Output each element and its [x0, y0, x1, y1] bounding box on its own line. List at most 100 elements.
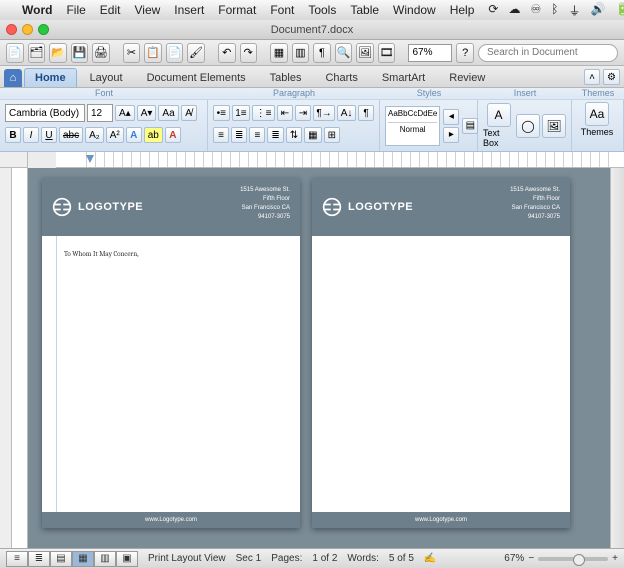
borders-button[interactable]: ⊞	[324, 127, 340, 143]
sort-button[interactable]: A↓	[337, 105, 356, 121]
shrink-font-button[interactable]: A▾	[137, 105, 157, 121]
redo-button[interactable]: ↷	[240, 43, 258, 63]
align-right-button[interactable]: ≡	[249, 127, 265, 143]
font-name-combo[interactable]	[5, 104, 85, 122]
menu-help[interactable]: Help	[450, 3, 475, 17]
app-menu[interactable]: Word	[22, 3, 52, 17]
ribbon-collapse-button[interactable]: ˄	[584, 69, 600, 85]
tab-smartart[interactable]: SmartArt	[371, 68, 436, 87]
shape-button[interactable]: ◯	[516, 114, 540, 138]
decrease-indent-button[interactable]: ⇤	[277, 105, 293, 121]
columns-button[interactable]: ▥	[292, 43, 310, 63]
grow-font-button[interactable]: A▴	[115, 105, 135, 121]
document-text[interactable]: To Whom It May Concern,	[64, 250, 282, 258]
font-color-button[interactable]: A	[165, 127, 181, 143]
menu-view[interactable]: View	[134, 3, 160, 17]
spellcheck-icon[interactable]: ✍	[424, 553, 436, 564]
menu-tools[interactable]: Tools	[308, 3, 336, 17]
window-close-button[interactable]	[6, 24, 17, 35]
menu-format[interactable]: Format	[218, 3, 256, 17]
ribbon-home-icon[interactable]: ⌂	[4, 69, 22, 87]
print-button[interactable]: 🖨	[92, 43, 110, 63]
cut-button[interactable]: ✂	[123, 43, 141, 63]
highlight-button[interactable]: ab	[144, 127, 163, 143]
notebook-view-button[interactable]: ▥	[94, 551, 116, 567]
ribbon-options-button[interactable]: ⚙	[603, 69, 620, 85]
tab-layout[interactable]: Layout	[79, 68, 134, 87]
shading-button[interactable]: ▦	[304, 127, 321, 143]
draft-view-button[interactable]: ≡	[6, 551, 28, 567]
open-button[interactable]: 📂	[49, 43, 67, 63]
format-painter-button[interactable]: 🖌	[187, 43, 205, 63]
font-size-combo[interactable]	[87, 104, 113, 122]
styles-pane-button[interactable]: ▤	[462, 118, 478, 134]
ltr-button[interactable]: ¶→	[313, 105, 335, 121]
zoom-value[interactable]: 67%	[504, 553, 524, 564]
text-effects-button[interactable]: A	[126, 127, 142, 143]
menu-edit[interactable]: Edit	[100, 3, 121, 17]
menu-table[interactable]: Table	[350, 3, 379, 17]
outline-view-button[interactable]: ≣	[28, 551, 50, 567]
menu-file[interactable]: File	[66, 3, 85, 17]
themes-button[interactable]: Aa Themes	[577, 102, 617, 137]
multilevel-button[interactable]: ⋮≡	[252, 105, 275, 121]
numbering-button[interactable]: 1≡	[232, 105, 251, 121]
superscript-button[interactable]: A²	[106, 127, 124, 143]
align-left-button[interactable]: ≡	[213, 127, 229, 143]
bullets-button[interactable]: •≡	[213, 105, 230, 121]
tab-review[interactable]: Review	[438, 68, 496, 87]
textbox-button[interactable]: A Text Box	[483, 103, 514, 148]
print-layout-view-button[interactable]: ▦	[72, 551, 94, 567]
tab-charts[interactable]: Charts	[314, 68, 368, 87]
pages-value[interactable]: 1 of 2	[312, 553, 337, 564]
horizontal-ruler[interactable]	[56, 152, 624, 168]
align-center-button[interactable]: ≣	[231, 127, 247, 143]
gallery-button[interactable]: 🖼	[356, 43, 374, 63]
search-field[interactable]	[478, 44, 618, 62]
menu-insert[interactable]: Insert	[174, 3, 204, 17]
clear-formatting-button[interactable]: A̸	[181, 105, 197, 121]
paste-button[interactable]: 📄	[166, 43, 184, 63]
window-zoom-button[interactable]	[38, 24, 49, 35]
bold-button[interactable]: B	[5, 127, 21, 143]
zoom-slider[interactable]	[538, 557, 608, 561]
page-body[interactable]: To Whom It May Concern,	[42, 236, 300, 512]
show-button[interactable]: ¶	[313, 43, 331, 63]
picture-button[interactable]: 🖼	[542, 114, 566, 138]
new-button[interactable]: 📄	[6, 43, 24, 63]
style-normal[interactable]: AaBbCcDdEe Normal	[385, 106, 440, 146]
save-button[interactable]: 💾	[71, 43, 89, 63]
tables-button[interactable]: ▦	[270, 43, 288, 63]
show-marks-button[interactable]: ¶	[358, 105, 374, 121]
menu-font[interactable]: Font	[270, 3, 294, 17]
strikethrough-button[interactable]: abc	[59, 127, 83, 143]
vertical-scrollbar[interactable]	[610, 168, 624, 548]
focus-view-button[interactable]: ▣	[116, 551, 138, 567]
copy-button[interactable]: 📋	[144, 43, 162, 63]
tab-home[interactable]: Home	[24, 68, 77, 87]
zoom-out-button[interactable]: −	[528, 553, 534, 564]
zoom-combo[interactable]	[408, 44, 452, 62]
words-value[interactable]: 5 of 5	[389, 553, 414, 564]
templates-button[interactable]: 🗂	[28, 43, 46, 63]
document-canvas[interactable]: LOGOTYPE 1515 Awesome St. Fifth Floor Sa…	[28, 168, 610, 548]
window-minimize-button[interactable]	[22, 24, 33, 35]
change-case-button[interactable]: Aa	[158, 105, 178, 121]
page-1[interactable]: LOGOTYPE 1515 Awesome St. Fifth Floor Sa…	[42, 178, 300, 528]
help-button[interactable]: ?	[456, 43, 474, 63]
vertical-ruler[interactable]	[12, 168, 28, 548]
zoom-in-button[interactable]: +	[612, 553, 618, 564]
menu-window[interactable]: Window	[393, 3, 436, 17]
media-button[interactable]: 🎞	[378, 43, 396, 63]
styles-prev-button[interactable]: ◂	[443, 109, 459, 125]
line-spacing-button[interactable]: ⇅	[286, 127, 302, 143]
undo-button[interactable]: ↶	[218, 43, 236, 63]
navigation-button[interactable]: 🔍	[335, 43, 353, 63]
page-2[interactable]: LOGOTYPE 1515 Awesome St. Fifth Floor Sa…	[312, 178, 570, 528]
tab-document-elements[interactable]: Document Elements	[136, 68, 257, 87]
subscript-button[interactable]: A₂	[85, 127, 104, 143]
increase-indent-button[interactable]: ⇥	[295, 105, 311, 121]
justify-button[interactable]: ≣	[267, 127, 283, 143]
underline-button[interactable]: U	[41, 127, 57, 143]
publishing-view-button[interactable]: ▤	[50, 551, 72, 567]
